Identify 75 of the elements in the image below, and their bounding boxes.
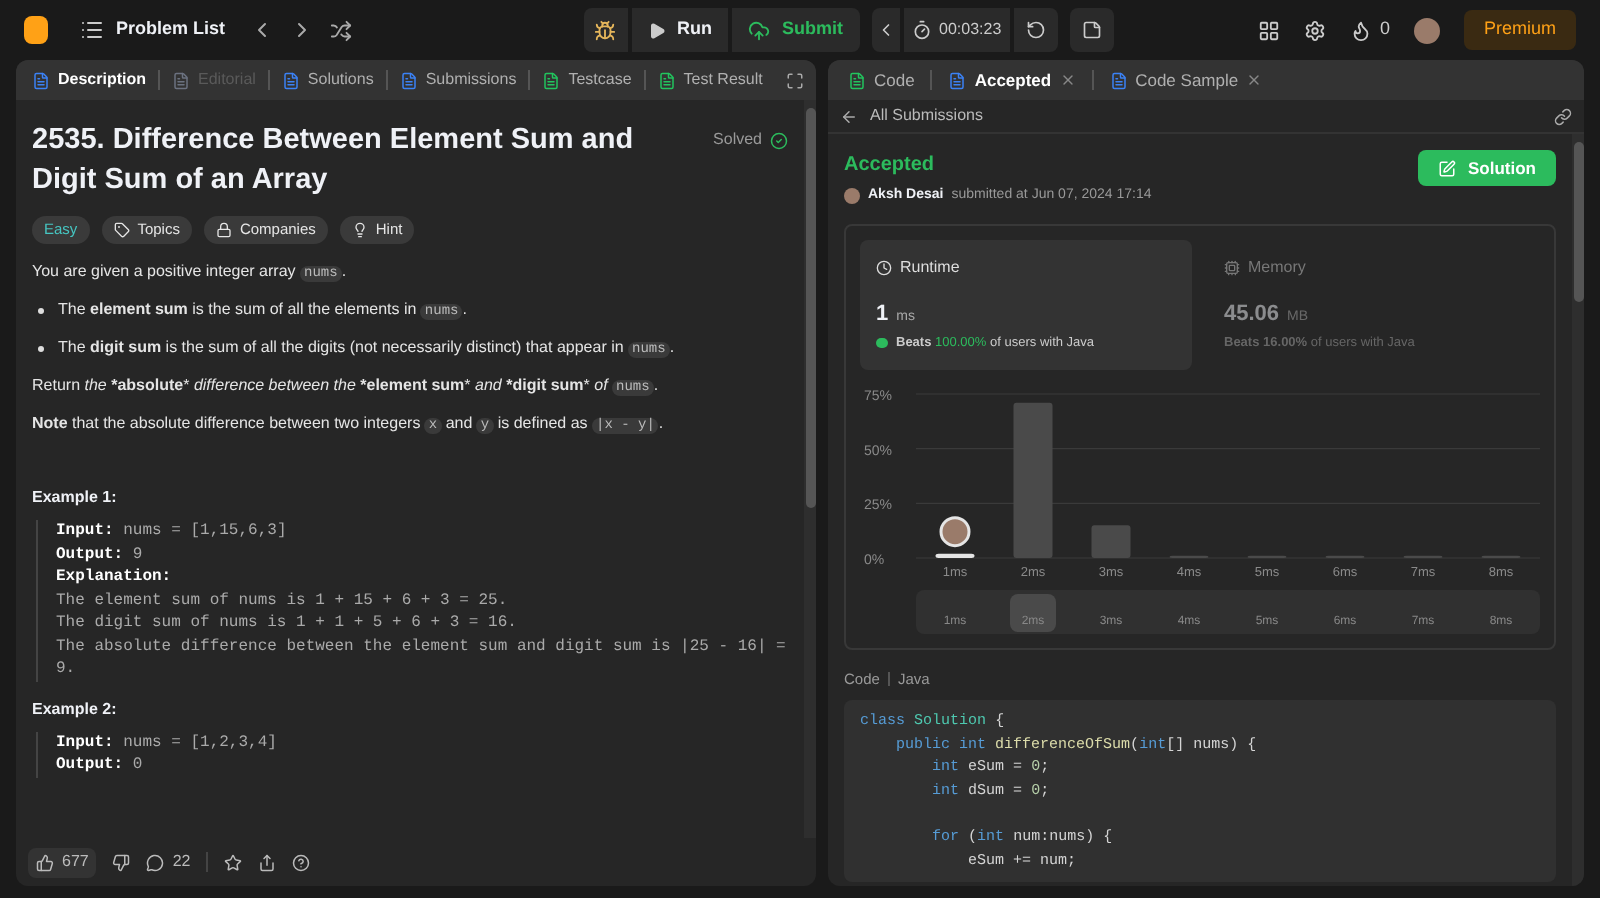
user-avatar bbox=[844, 188, 860, 205]
logo-icon[interactable] bbox=[24, 16, 48, 44]
lock-icon bbox=[215, 222, 232, 238]
problem-list-link[interactable]: Problem List bbox=[116, 16, 226, 44]
reset-button[interactable] bbox=[1013, 8, 1058, 52]
tab[interactable]: Solutions bbox=[277, 68, 378, 92]
metric-value: 1 bbox=[876, 299, 889, 329]
bullet-icon bbox=[38, 346, 44, 352]
example-line: The absolute difference between the element sum and digit sum is |25 - 16| = 9. bbox=[56, 635, 788, 681]
note-icon bbox=[1081, 20, 1102, 40]
example-line: The digit sum of nums is 1 + 1 + 5 + 6 + 3 = 16. bbox=[56, 612, 519, 635]
tag-icon bbox=[113, 222, 130, 238]
tab[interactable]: Test Result bbox=[653, 68, 767, 92]
metric-value: 45.06 bbox=[1224, 299, 1280, 329]
comments-button[interactable]: 22 bbox=[146, 850, 191, 874]
help-icon[interactable] bbox=[292, 853, 311, 871]
example-line: Output: 9 bbox=[56, 543, 145, 566]
tab[interactable]: Description bbox=[28, 68, 151, 92]
play-icon bbox=[647, 21, 666, 39]
avatar[interactable] bbox=[1413, 17, 1440, 43]
example-line: The element sum of nums is 1 + 15 + 6 + 3 = 25. bbox=[56, 589, 510, 612]
example-line: Output: 0 bbox=[56, 754, 145, 777]
timer-button[interactable]: 00:03:23 bbox=[903, 8, 1010, 52]
beats-icon bbox=[876, 338, 888, 349]
thumbs-up-icon bbox=[36, 853, 54, 871]
bug-icon bbox=[594, 19, 617, 41]
tab[interactable]: Accepted bbox=[940, 67, 1084, 93]
metric-label: Memory bbox=[1248, 255, 1306, 279]
tab[interactable]: Submissions bbox=[395, 68, 521, 92]
clock-icon bbox=[876, 259, 892, 275]
status-text: Accepted bbox=[844, 152, 937, 180]
example-line: Explanation: bbox=[56, 566, 174, 589]
flame-icon[interactable] bbox=[1349, 19, 1372, 41]
example-line: Input: nums = [1,15,6,3] bbox=[56, 520, 289, 543]
bullet-icon bbox=[38, 308, 44, 314]
note-button[interactable] bbox=[1069, 8, 1114, 52]
chart-bar[interactable] bbox=[935, 553, 975, 558]
tab[interactable]: Code bbox=[840, 67, 923, 93]
like-button[interactable]: 677 bbox=[28, 847, 97, 877]
chip-icon bbox=[1224, 259, 1240, 275]
avatar-marker bbox=[939, 515, 971, 547]
shuffle-icon[interactable] bbox=[329, 19, 352, 41]
back-icon[interactable] bbox=[840, 107, 858, 125]
problem-title: 2535. Difference Between Element Sum and Digit Sum of an Array bbox=[32, 122, 636, 200]
metric-label: Runtime bbox=[900, 255, 960, 279]
comment-icon bbox=[146, 853, 165, 871]
dislike-icon[interactable] bbox=[112, 853, 131, 871]
share-icon[interactable] bbox=[258, 853, 277, 871]
close-icon[interactable] bbox=[1246, 72, 1263, 88]
example-heading: Example 2: bbox=[32, 697, 119, 721]
tab[interactable]: Code Sample bbox=[1101, 67, 1271, 93]
premium-button[interactable]: Premium bbox=[1463, 10, 1576, 50]
star-icon[interactable] bbox=[224, 853, 243, 871]
solved-label: Solved bbox=[713, 128, 762, 152]
run-button[interactable]: Run bbox=[631, 8, 729, 52]
check-icon bbox=[770, 131, 788, 149]
close-icon[interactable] bbox=[1059, 72, 1076, 88]
submit-button[interactable]: Submit bbox=[732, 8, 860, 52]
timer-icon bbox=[911, 20, 932, 40]
settings-icon[interactable] bbox=[1303, 19, 1326, 41]
reset-icon bbox=[1025, 20, 1046, 40]
edit-icon bbox=[1438, 159, 1456, 177]
debug-button[interactable] bbox=[583, 8, 628, 52]
scrollbar[interactable] bbox=[804, 100, 816, 838]
maximize-icon[interactable] bbox=[786, 71, 804, 89]
all-submissions-link[interactable]: All Submissions bbox=[870, 104, 983, 128]
example-heading: Example 1: bbox=[32, 486, 119, 510]
cloud-upload-icon bbox=[748, 19, 771, 41]
link-icon[interactable] bbox=[1554, 107, 1572, 125]
streak-count: 0 bbox=[1379, 16, 1390, 43]
lightbulb-icon bbox=[351, 222, 368, 238]
scrollbar[interactable] bbox=[1572, 134, 1584, 886]
example-line: Input: nums = [1,2,3,4] bbox=[56, 731, 279, 754]
grid-icon[interactable] bbox=[1257, 19, 1280, 41]
tab[interactable]: Testcase bbox=[538, 68, 636, 92]
